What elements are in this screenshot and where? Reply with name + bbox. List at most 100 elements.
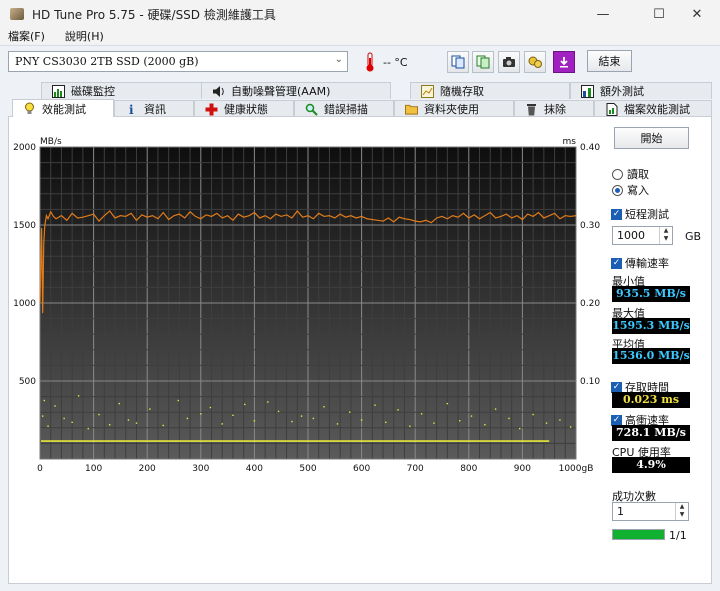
tab-disk-monitor[interactable]: 磁碟監控 (41, 82, 221, 99)
access-time-point (559, 419, 561, 421)
access-time-point (569, 426, 572, 428)
extra-chart-icon (581, 84, 594, 98)
access-time-point (253, 420, 256, 422)
transfer-rate-label: 傳輸速率 (625, 257, 669, 270)
access-time-point (433, 422, 435, 424)
access-time-point (360, 419, 363, 421)
y-tick-label-right: 0.10 (580, 377, 600, 387)
max-value: 1595.3 MB/s (612, 318, 690, 334)
access-time-point (118, 402, 121, 405)
lightbulb-icon (23, 102, 36, 115)
access-time-point (108, 423, 111, 426)
checkmark-icon: ✓ (611, 381, 622, 393)
access-time-point (470, 415, 473, 417)
tab-info[interactable]: i 資訊 (114, 100, 194, 117)
tab-random-access[interactable]: 隨機存取 (410, 82, 570, 99)
tab-file-benchmark[interactable]: 檔案效能測試 (594, 100, 712, 117)
tab-benchmark[interactable]: 效能測試 (12, 99, 114, 117)
spinner-arrows-icon[interactable]: ▲ ▼ (659, 227, 672, 244)
access-time-point (484, 423, 486, 426)
transfer-rate-checkbox[interactable]: ✓ 傳輸速率 (611, 255, 669, 271)
checkmark-icon: ✓ (611, 257, 622, 269)
access-time-point (127, 419, 130, 421)
short-test-label: 短程測試 (625, 208, 669, 221)
y-tick-label-right: 0.30 (580, 221, 600, 231)
tab-label: 抹除 (544, 103, 566, 116)
tab-label: 資料夾使用 (424, 103, 479, 116)
checkmark-icon: ✓ (611, 208, 622, 220)
access-time-point (162, 424, 164, 427)
access-time-point (98, 413, 100, 416)
success-value: 1 (617, 505, 624, 518)
options-icon[interactable] (524, 51, 546, 73)
access-time-point (41, 415, 44, 417)
access-time-point (200, 413, 202, 415)
success-spinner[interactable]: 1 ▲ ▼ (612, 502, 689, 521)
tab-aam[interactable]: 自動噪聲管理(AAM) (201, 82, 391, 99)
progress-text: 1/1 (669, 529, 687, 542)
exit-button[interactable]: 結束 (587, 50, 632, 72)
info-icon: i (125, 103, 138, 116)
y-tick-label-left: 1500 (13, 221, 36, 231)
magnifier-icon (305, 103, 318, 116)
access-time-point (267, 401, 269, 403)
x-tick-label: 400 (246, 464, 263, 474)
access-time-point (186, 417, 189, 420)
x-tick-label: 200 (139, 464, 156, 474)
spinner-arrows-icon[interactable]: ▲ ▼ (675, 503, 688, 520)
checkmark-icon: ✓ (611, 414, 622, 426)
tab-erase[interactable]: 抹除 (514, 100, 594, 117)
tab-error-scan[interactable]: 錯誤掃描 (294, 100, 394, 117)
minimize-button[interactable]: — (580, 0, 626, 28)
access-time-point (397, 409, 399, 411)
copy-info-icon[interactable] (447, 51, 469, 73)
menu-help[interactable]: 說明(H) (65, 28, 104, 44)
file-benchmark-icon (605, 102, 618, 116)
access-time-point (420, 413, 423, 415)
access-time-point (349, 411, 351, 413)
access-time-point (291, 420, 293, 423)
access-time-point (277, 410, 280, 413)
access-time-point (232, 414, 234, 417)
health-cross-icon (205, 103, 218, 116)
min-value: 935.5 MB/s (612, 286, 690, 302)
tab-label: 健康狀態 (224, 103, 268, 116)
size-spinner[interactable]: 1000 ▲ ▼ (612, 226, 673, 245)
access-time-point (323, 406, 325, 408)
access-time-point (177, 399, 179, 402)
transfer-rate-chart: MB/s ms 2000 1500 1000 500 0.40 0.30 0.20 0.10 0 10… (13, 137, 600, 474)
start-button[interactable]: 開始 (614, 127, 689, 149)
y-axis-label-left: MB/s (40, 137, 62, 147)
y-tick-label-left: 500 (19, 377, 36, 387)
close-button[interactable]: ✕ (674, 0, 720, 28)
tab-label: 磁碟監控 (71, 85, 115, 98)
menu-file[interactable]: 檔案(F) (8, 28, 45, 44)
x-tick-label: 0 (37, 464, 43, 474)
burst-rate-value: 728.1 MB/s (612, 425, 690, 441)
tab-label: 錯誤掃描 (324, 103, 368, 116)
copy-all-icon[interactable] (472, 51, 494, 73)
tab-label: 額外測試 (600, 85, 644, 98)
tab-health[interactable]: 健康狀態 (194, 100, 294, 117)
tab-extra-tests[interactable]: 額外測試 (570, 82, 712, 99)
access-time-point (385, 421, 387, 424)
chevron-down-icon: ⌄ (334, 54, 343, 65)
size-value: 1000 (617, 229, 645, 242)
drive-select[interactable]: PNY CS3030 2TB SSD (2000 gB) ⌄ (8, 51, 348, 72)
tab-label: 檔案效能測試 (624, 103, 690, 116)
x-tick-label: 700 (407, 464, 424, 474)
camera-icon[interactable] (498, 51, 520, 73)
y-axis-label-right: ms (563, 137, 577, 147)
write-radio-label: 寫入 (627, 184, 649, 197)
x-tick-label: 1000gB (559, 464, 594, 474)
write-radio[interactable]: 寫入 (612, 182, 649, 198)
access-time-value: 0.023 ms (612, 392, 690, 408)
save-download-icon[interactable] (553, 51, 575, 73)
temperature-readout: -- °C (383, 56, 408, 69)
short-test-checkbox[interactable]: ✓ 短程測試 (611, 206, 669, 222)
read-radio[interactable]: 讀取 (612, 166, 649, 182)
tab-folder-usage[interactable]: 資料夾使用 (394, 100, 514, 117)
toolbar: PNY CS3030 2TB SSD (2000 gB) ⌄ -- °C 結束 (0, 45, 720, 77)
access-time-point (545, 422, 548, 424)
y-tick-label-right: 0.20 (580, 299, 600, 309)
